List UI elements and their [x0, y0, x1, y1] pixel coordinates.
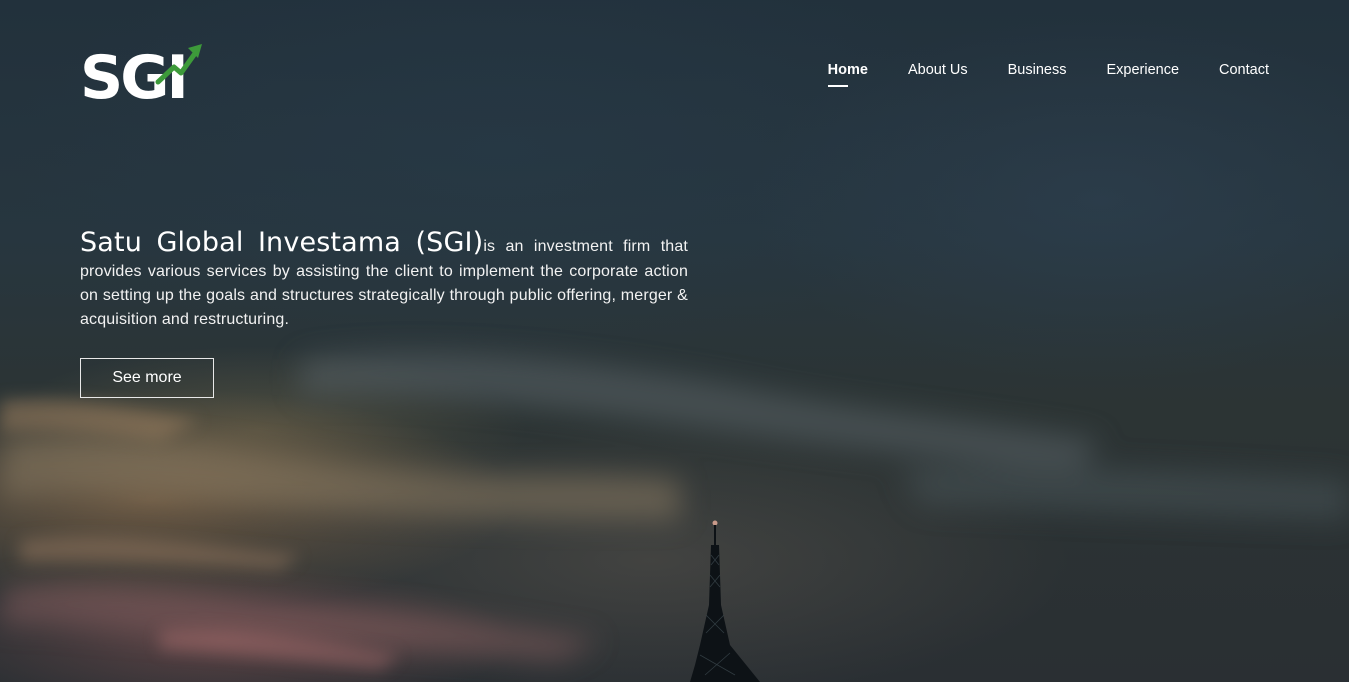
hero-section: SGI Home About Us Business Experience Co…	[0, 0, 1349, 682]
nav-business[interactable]: Business	[1008, 60, 1067, 86]
see-more-button[interactable]: See more	[80, 358, 214, 398]
nav-experience[interactable]: Experience	[1106, 60, 1179, 86]
hero-intro: Satu Global Investama (SGI)is an investm…	[80, 226, 688, 332]
tower-silhouette	[690, 520, 760, 682]
brand-name: Satu Global Investama (SGI)	[80, 227, 484, 258]
nav-home[interactable]: Home	[827, 60, 868, 87]
sgi-logo[interactable]: SGI	[80, 40, 206, 102]
main-nav: Home About Us Business Experience Contac…	[827, 60, 1269, 87]
hero-content: Satu Global Investama (SGI)is an investm…	[80, 226, 688, 398]
nav-about-us[interactable]: About Us	[908, 60, 968, 86]
nav-contact[interactable]: Contact	[1219, 60, 1269, 86]
